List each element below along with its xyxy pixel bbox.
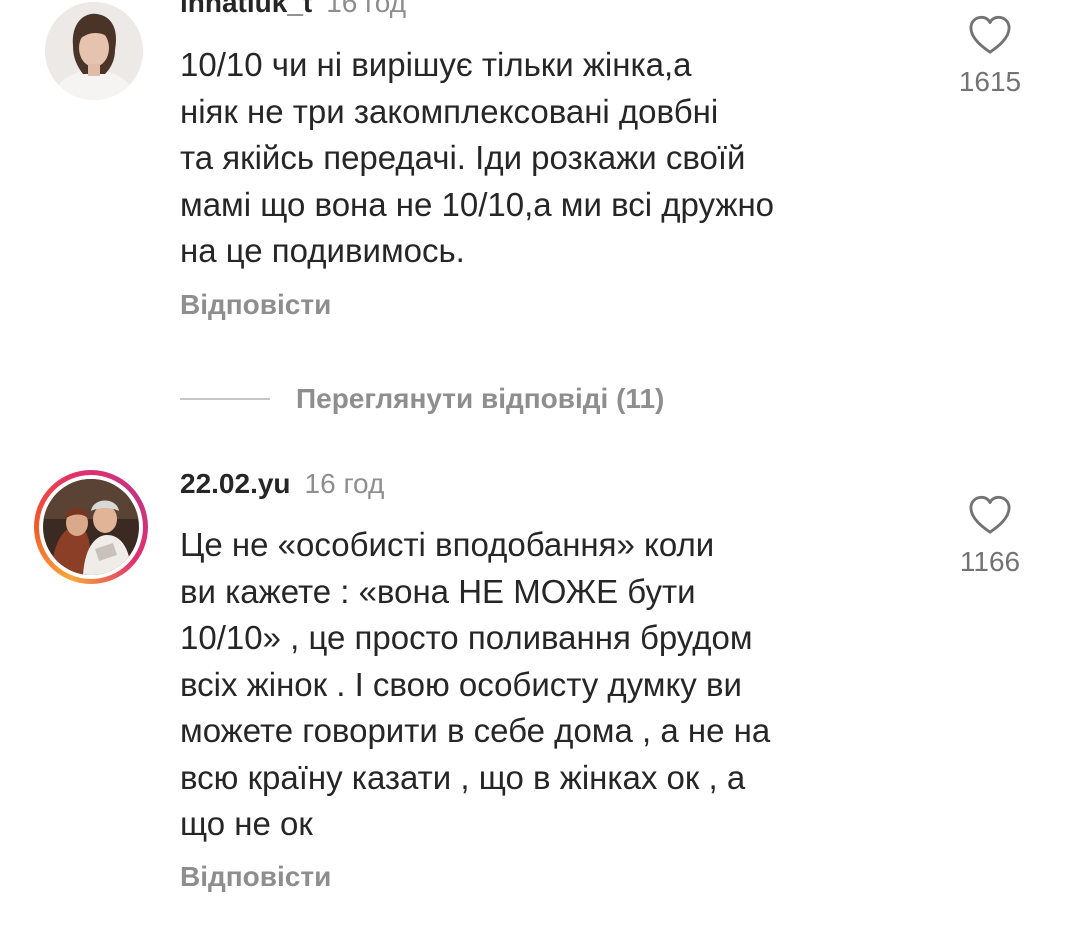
view-replies-button[interactable]: Переглянути відповіді (11) [180, 383, 664, 415]
comment-username[interactable]: innatiuk_t [180, 0, 312, 18]
comment-meta: 22.02.yu 16 год [180, 467, 384, 501]
like-count: 1166 [959, 546, 1021, 577]
like-group: 1166 [950, 494, 1030, 578]
divider-line [180, 398, 270, 400]
comment-time: 16 год [326, 0, 407, 18]
avatar-story-ring[interactable] [34, 470, 148, 584]
avatar-ring-inner [39, 475, 143, 579]
comment-username[interactable]: 22.02.yu [180, 468, 291, 499]
heart-icon[interactable] [967, 14, 1013, 56]
reply-button[interactable]: Відповісти [180, 861, 331, 893]
comment-text: 10/10 чи ні вирішує тільки жінка,а ніяк … [180, 46, 775, 269]
avatar-photo-icon [45, 2, 143, 100]
avatar-photo-icon [43, 479, 139, 575]
like-count: 1615 [958, 66, 1022, 97]
comment-text: Це не «особисті вподобання» коли ви каже… [180, 526, 771, 842]
comment-time: 16 год [304, 468, 385, 499]
reply-button[interactable]: Відповісти [180, 289, 331, 321]
heart-icon[interactable] [967, 494, 1013, 536]
like-group: 1615 [950, 14, 1030, 98]
comment-meta: innatiuk_t 16 год [180, 0, 406, 20]
avatar[interactable] [45, 2, 143, 100]
avatar [43, 479, 139, 575]
view-replies-label: Переглянути відповіді (11) [296, 383, 665, 414]
